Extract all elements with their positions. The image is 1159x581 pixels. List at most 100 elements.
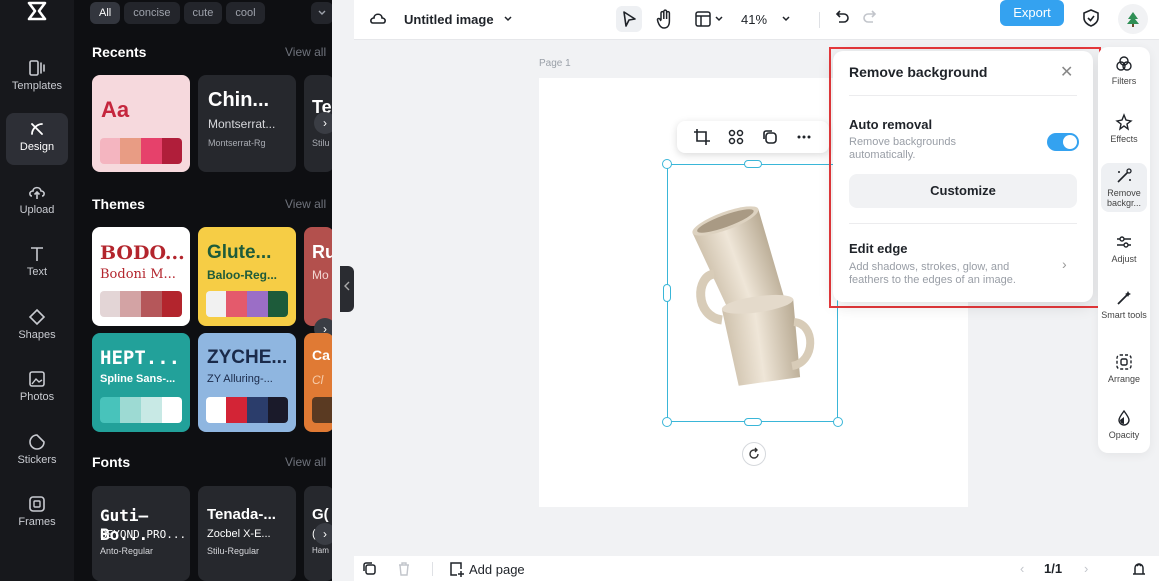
hand-tool-button[interactable] — [655, 8, 675, 32]
tool-arrange[interactable]: Arrange — [1101, 353, 1147, 384]
crop-icon[interactable] — [693, 128, 711, 146]
themes-title: Themes — [92, 196, 145, 212]
recent-card[interactable]: Aa — [92, 75, 190, 172]
color-swatches — [100, 397, 182, 423]
card-font-sub: Ham — [312, 546, 329, 555]
expand-pages-icon[interactable] — [1130, 560, 1148, 578]
next-page-button[interactable]: › — [1084, 561, 1088, 576]
chevron-left-icon — [344, 281, 350, 291]
page-counter: 1/1 — [1044, 561, 1063, 576]
resize-handle[interactable] — [833, 417, 843, 427]
auto-removal-toggle[interactable] — [1047, 133, 1079, 151]
collapse-panel-handle[interactable] — [340, 266, 354, 312]
delete-page-icon[interactable] — [396, 561, 412, 577]
divider — [849, 95, 1077, 96]
recent-card[interactable]: Chin... Montserrat... Montserrat-Rg — [198, 75, 296, 172]
theme-card[interactable]: Ru Mo — [304, 227, 332, 326]
upload-icon — [29, 186, 45, 199]
theme-card[interactable]: Glute... Baloo-Reg... — [198, 227, 296, 326]
redo-button[interactable] — [861, 8, 879, 32]
undo-icon — [835, 10, 849, 23]
chip-cute[interactable]: cute — [183, 2, 223, 24]
tool-effects[interactable]: Effects — [1101, 113, 1147, 144]
previous-page-button[interactable]: ‹ — [1020, 561, 1024, 576]
fonts-scroll-right-button[interactable]: › — [314, 523, 332, 545]
chevron-down-icon — [318, 10, 326, 15]
rotate-handle[interactable] — [742, 442, 766, 466]
zoom-menu[interactable]: 41% — [741, 8, 791, 32]
rail-label: Text — [26, 266, 48, 278]
card-sample-text: Tenada-... — [207, 506, 276, 523]
card-sample-text: G( — [312, 506, 329, 523]
rail-item-photos[interactable]: Photos — [6, 363, 68, 415]
resize-handle[interactable] — [662, 417, 672, 427]
avatar[interactable] — [1118, 4, 1148, 34]
font-card[interactable]: Tenada-... Zocbel X-E... Stilu-Regular — [198, 486, 296, 581]
customize-button[interactable]: Customize — [849, 174, 1077, 208]
card-sample-text: Chin... — [208, 89, 270, 111]
rail-item-frames[interactable]: Frames — [6, 488, 68, 540]
tool-adjust[interactable]: Adjust — [1101, 233, 1147, 264]
cloud-sync-icon[interactable] — [368, 8, 388, 32]
edit-edge-description: Add shadows, strokes, glow, and feathers… — [849, 261, 1016, 286]
card-font-mid: BEYOND PRO... — [100, 528, 187, 541]
chip-cool[interactable]: cool — [226, 2, 265, 24]
frames-icon — [29, 496, 45, 512]
rail-item-templates[interactable]: Templates — [6, 52, 68, 104]
themes-view-all[interactable]: View all — [285, 197, 326, 211]
rail-item-text[interactable]: Text — [6, 238, 68, 290]
chevron-right-icon[interactable]: › — [1062, 256, 1067, 272]
divider — [849, 223, 1077, 224]
selection-box[interactable] — [667, 164, 838, 422]
card-font-name: Baloo-Reg... — [207, 268, 278, 282]
chip-concise[interactable]: concise — [124, 2, 180, 24]
edit-edge-title[interactable]: Edit edge — [849, 241, 908, 256]
undo-button[interactable] — [833, 8, 851, 32]
color-swatches — [206, 397, 288, 423]
group-icon[interactable] — [727, 128, 745, 146]
add-page-button[interactable]: Add page — [449, 561, 525, 577]
rail-label: Stickers — [17, 454, 57, 466]
bottom-bar: Add page ‹ 1/1 › — [354, 556, 1159, 581]
chips-more-button[interactable] — [311, 2, 332, 24]
tool-label: Opacity — [1108, 430, 1140, 440]
recents-view-all[interactable]: View all — [285, 45, 326, 59]
resize-handle[interactable] — [662, 159, 672, 169]
rail-item-upload[interactable]: Upload — [6, 176, 68, 228]
tool-remove-background[interactable]: Remove backgr... — [1101, 163, 1147, 212]
more-options-icon[interactable] — [795, 128, 813, 146]
card-font-mid: Zocbel X-E... — [207, 528, 271, 540]
close-icon[interactable]: ✕ — [1060, 62, 1073, 82]
theme-card[interactable]: HEPT... Spline Sans-... — [92, 333, 190, 432]
rail-item-shapes[interactable]: Shapes — [6, 301, 68, 353]
tool-opacity[interactable]: Opacity — [1101, 409, 1147, 440]
asset-panel: All concise cute cool Recents View all A… — [74, 0, 332, 581]
tree-avatar-icon — [1127, 12, 1139, 27]
layout-menu-button[interactable] — [694, 8, 728, 32]
fonts-view-all[interactable]: View all — [285, 455, 326, 469]
rail-label: Upload — [19, 204, 55, 216]
font-card[interactable]: Guti–Bo... BEYOND PRO... Anto-Regular — [92, 486, 190, 581]
document-title[interactable]: Untitled image — [404, 8, 513, 32]
resize-handle[interactable] — [744, 418, 762, 426]
tool-filters[interactable]: Filters — [1101, 55, 1147, 86]
theme-card[interactable]: BODO... Bodoni M... — [92, 227, 190, 326]
theme-card[interactable]: ZYCHE... ZY Alluring-... — [198, 333, 296, 432]
rail-item-design[interactable]: Design — [6, 113, 68, 165]
app-logo-icon[interactable] — [25, 0, 49, 24]
rail-item-stickers[interactable]: Stickers — [6, 426, 68, 478]
tool-smart-tools[interactable]: Smart tools — [1101, 289, 1147, 320]
resize-handle[interactable] — [744, 160, 762, 168]
duplicate-page-icon[interactable] — [362, 561, 378, 577]
duplicate-icon[interactable] — [761, 128, 779, 146]
chip-all[interactable]: All — [90, 2, 121, 24]
layout-icon — [695, 11, 723, 27]
shield-icon[interactable] — [1082, 8, 1100, 32]
export-button[interactable]: Export — [1000, 0, 1064, 26]
select-tool-button[interactable] — [616, 6, 642, 32]
recents-scroll-right-button[interactable]: › — [314, 112, 332, 134]
right-tool-rail: Filters Effects Remove backgr... Adjust … — [1098, 47, 1150, 453]
theme-card[interactable]: Ca Cl — [304, 333, 332, 432]
tool-label: Remove backgr... — [1106, 188, 1142, 208]
resize-handle[interactable] — [663, 284, 671, 302]
